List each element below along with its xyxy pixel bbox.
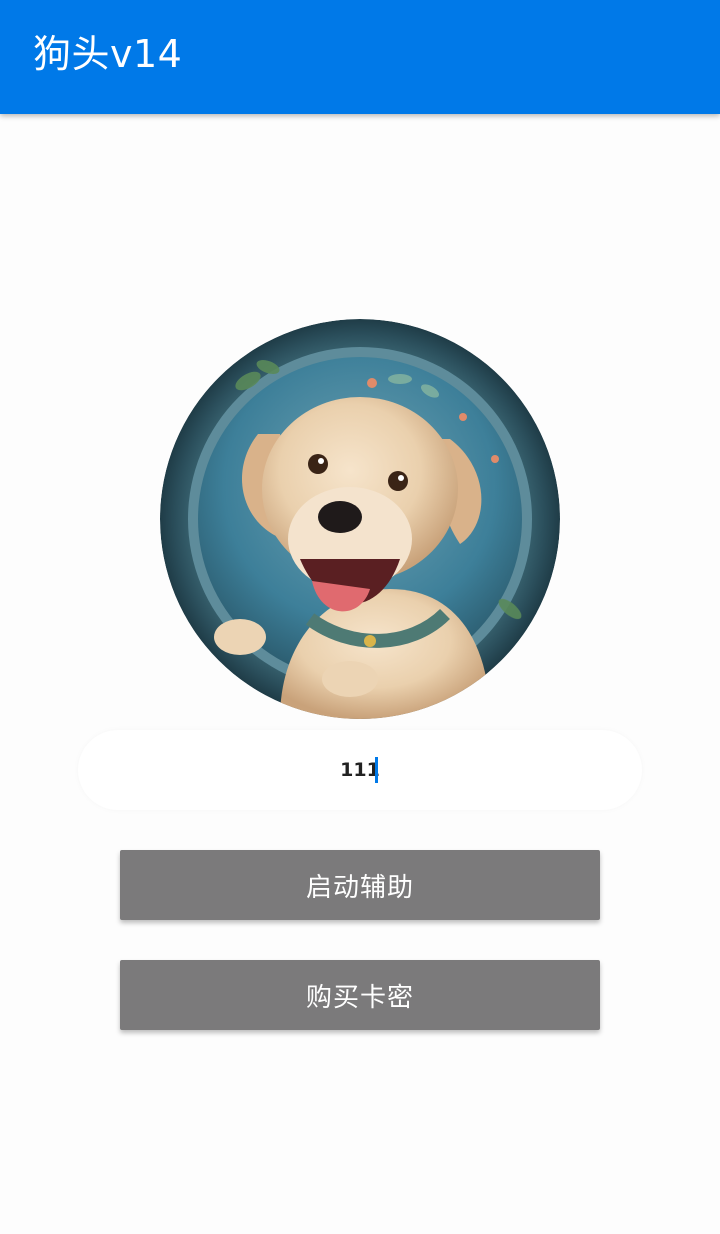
card-key-input[interactable]: [78, 758, 642, 782]
dog-avatar-image: [160, 319, 560, 719]
app-bar: 狗头v14: [0, 0, 720, 114]
buy-card-key-button[interactable]: 购买卡密: [120, 960, 600, 1030]
card-key-field[interactable]: [78, 730, 642, 810]
dog-avatar-icon: [160, 319, 560, 719]
app-title: 狗头v14: [33, 32, 183, 76]
app-root: 狗头v14 111 启动辅助 购买卡密: [0, 0, 720, 1234]
text-caret: [375, 757, 378, 783]
start-assist-button[interactable]: 启动辅助: [120, 850, 600, 920]
